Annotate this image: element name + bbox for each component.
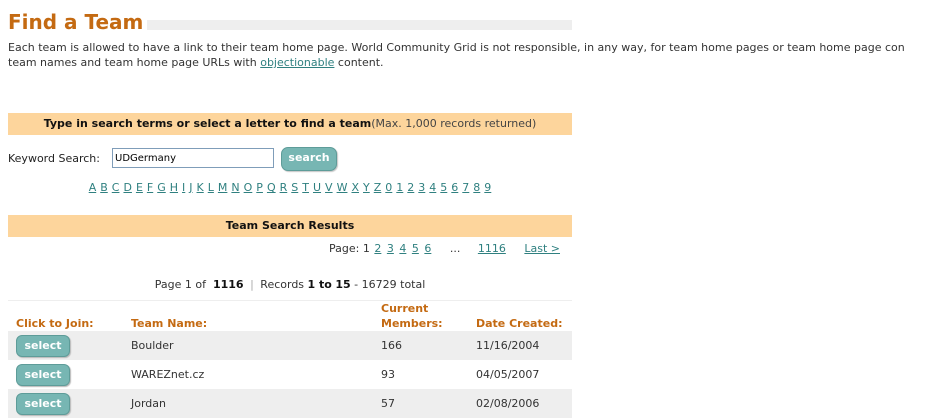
column-header-members: Current Members: xyxy=(373,300,468,331)
letter-link-w[interactable]: W xyxy=(337,181,348,194)
letter-link-4[interactable]: 4 xyxy=(429,181,436,194)
pager-page-link[interactable]: 5 xyxy=(412,242,419,255)
letter-link-s[interactable]: S xyxy=(291,181,298,194)
letter-link-y[interactable]: Y xyxy=(363,181,370,194)
join-cell: select xyxy=(8,389,123,418)
page-title: Find a Team xyxy=(8,10,148,34)
letter-link-r[interactable]: R xyxy=(280,181,288,194)
letter-link-5[interactable]: 5 xyxy=(440,181,447,194)
letter-link-2[interactable]: 2 xyxy=(407,181,414,194)
pager-ellipsis: ... xyxy=(449,242,461,255)
letter-link-k[interactable]: K xyxy=(197,181,204,194)
select-team-button[interactable]: select xyxy=(16,363,70,386)
column-header-date-created: Date Created: xyxy=(468,300,572,331)
keyword-search-input[interactable] xyxy=(112,148,274,168)
letter-link-p[interactable]: P xyxy=(256,181,263,194)
page-title-row: Find a Team xyxy=(8,10,572,34)
letter-link-z[interactable]: Z xyxy=(374,181,382,194)
intro-line-2-start: team names and team home page URLs with xyxy=(8,56,261,69)
letter-link-x[interactable]: X xyxy=(351,181,359,194)
search-header-note: (Max. 1,000 records returned) xyxy=(371,117,537,130)
letter-link-8[interactable]: 8 xyxy=(473,181,480,194)
letter-index: ABCDEFGHIJKLMNOPQRSTUVWXYZ0123456789 xyxy=(8,181,572,194)
letter-link-q[interactable]: Q xyxy=(267,181,276,194)
letter-link-f[interactable]: F xyxy=(147,181,153,194)
date-created-cell: 02/08/2006 xyxy=(468,389,572,418)
pager: Page: 1 2 3 4 5 6 ... 1116 Last > xyxy=(8,242,561,255)
search-header-title: Type in search terms or select a letter … xyxy=(43,117,372,130)
pager-page-link[interactable]: 3 xyxy=(387,242,394,255)
summary-records-label: Records xyxy=(260,278,305,291)
search-button[interactable]: search xyxy=(281,147,337,171)
summary-total: - 16729 total xyxy=(354,278,426,291)
letter-link-m[interactable]: M xyxy=(218,181,228,194)
team-results-table: Click to Join: Team Name: Current Member… xyxy=(8,300,572,418)
letter-link-n[interactable]: N xyxy=(231,181,239,194)
pager-last-page-number[interactable]: 1116 xyxy=(478,242,506,255)
letter-link-7[interactable]: 7 xyxy=(462,181,469,194)
letter-link-t[interactable]: T xyxy=(302,181,309,194)
members-cell: 57 xyxy=(373,389,468,418)
select-team-button[interactable]: select xyxy=(16,334,70,357)
letter-link-l[interactable]: L xyxy=(208,181,214,194)
letter-link-c[interactable]: C xyxy=(112,181,120,194)
summary-total-pages: 1116 xyxy=(212,278,244,291)
letter-link-b[interactable]: B xyxy=(100,181,108,194)
letter-link-3[interactable]: 3 xyxy=(418,181,425,194)
letter-link-i[interactable]: I xyxy=(182,181,185,194)
results-summary: Page 1 of 1116 | Records 1 to 15 - 16729… xyxy=(8,278,572,291)
pager-last-link[interactable]: Last > xyxy=(524,242,560,255)
team-name-cell: Boulder xyxy=(123,331,373,360)
letter-link-g[interactable]: G xyxy=(157,181,166,194)
date-created-cell: 11/16/2004 xyxy=(468,331,572,360)
team-name-cell: WAREZnet.cz xyxy=(131,368,205,381)
table-header-row: Click to Join: Team Name: Current Member… xyxy=(8,300,572,331)
letter-link-6[interactable]: 6 xyxy=(451,181,458,194)
members-cell: 166 xyxy=(373,331,468,360)
letter-link-e[interactable]: E xyxy=(136,181,143,194)
date-created-cell: 04/05/2007 xyxy=(476,368,540,381)
summary-separator: | xyxy=(250,278,254,291)
letter-link-j[interactable]: J xyxy=(189,181,192,194)
pager-current-page: 1 xyxy=(362,242,370,255)
summary-records-end: 15 xyxy=(335,278,351,291)
letter-link-u[interactable]: U xyxy=(313,181,321,194)
search-header-band: Type in search terms or select a letter … xyxy=(8,113,572,135)
letter-link-0[interactable]: 0 xyxy=(385,181,392,194)
table-row: select WAREZnet.cz 93 04/05/2007 xyxy=(8,360,572,389)
keyword-search-label: Keyword Search: xyxy=(8,152,100,165)
keyword-search-row: Keyword Search: search xyxy=(8,147,572,171)
column-header-members-line-1: Current xyxy=(381,302,429,315)
intro-line-1: Each team is allowed to have a link to t… xyxy=(8,41,905,54)
pager-page-link[interactable]: 4 xyxy=(399,242,406,255)
join-cell: select xyxy=(8,360,123,389)
team-name-cell: Jordan xyxy=(123,389,373,418)
select-team-button[interactable]: select xyxy=(16,392,70,415)
intro-line-2-end: content. xyxy=(334,56,384,69)
join-cell: select xyxy=(8,331,123,360)
results-header-band: Team Search Results xyxy=(8,215,572,237)
letter-link-d[interactable]: D xyxy=(123,181,131,194)
column-header-members-line-2: Members: xyxy=(381,317,443,330)
intro-text: Each team is allowed to have a link to t… xyxy=(8,40,940,70)
column-header-team-name: Team Name: xyxy=(123,300,373,331)
table-row: select Boulder 166 11/16/2004 xyxy=(8,331,572,360)
letter-link-1[interactable]: 1 xyxy=(396,181,403,194)
pager-page-link[interactable]: 2 xyxy=(374,242,381,255)
members-cell: 93 xyxy=(381,368,395,381)
summary-records-range: 1 to xyxy=(307,278,332,291)
letter-link-v[interactable]: V xyxy=(325,181,333,194)
letter-link-o[interactable]: O xyxy=(244,181,253,194)
objectionable-link[interactable]: objectionable xyxy=(260,56,334,69)
table-row: select Jordan 57 02/08/2006 xyxy=(8,389,572,418)
letter-link-h[interactable]: H xyxy=(170,181,178,194)
pager-label: Page: xyxy=(329,242,360,255)
letter-link-9[interactable]: 9 xyxy=(484,181,491,194)
column-header-join: Click to Join: xyxy=(8,300,123,331)
pager-page-link[interactable]: 6 xyxy=(424,242,431,255)
letter-link-a[interactable]: A xyxy=(89,181,97,194)
summary-page-prefix: Page 1 of xyxy=(154,278,206,291)
